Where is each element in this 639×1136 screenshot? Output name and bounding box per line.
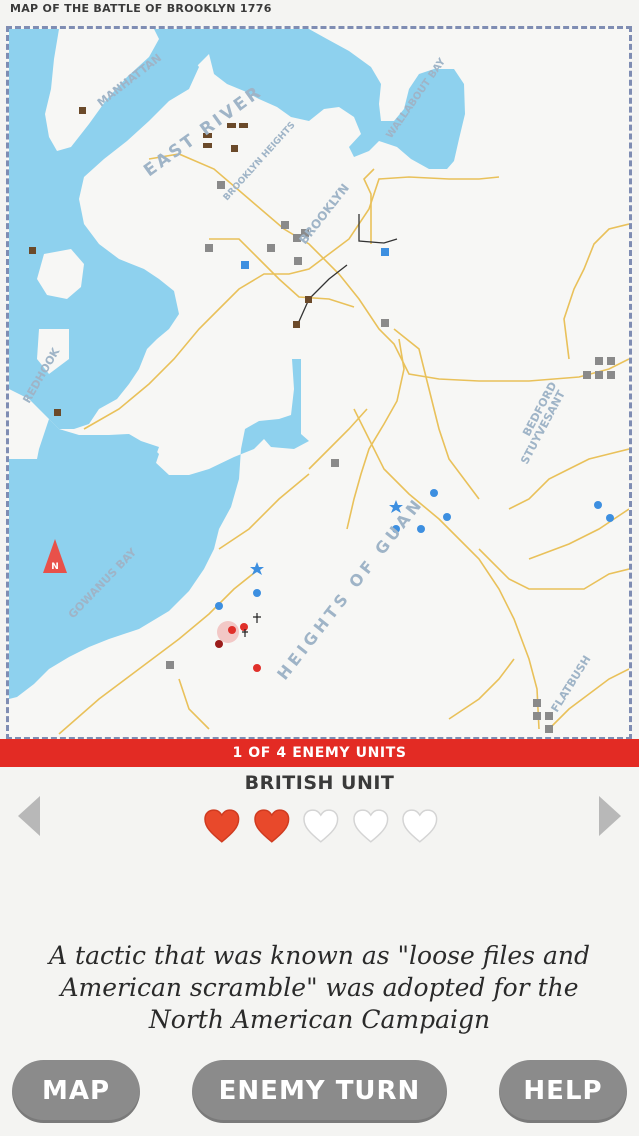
british-unit-marker [240, 623, 248, 631]
map-button[interactable]: MAP [12, 1060, 140, 1123]
heart-full-icon [204, 809, 240, 843]
wagon-icon [203, 143, 212, 148]
house-icon [595, 371, 603, 379]
house-icon [381, 319, 389, 327]
house-icon [583, 371, 591, 379]
battle-map[interactable]: N MANHATTAN EAST RIVER BROOKLYN HEIGHTS … [6, 26, 632, 740]
selected-unit-highlight [217, 621, 239, 643]
heart-empty-icon [303, 809, 339, 843]
american-unit-marker [430, 489, 438, 497]
house-icon [607, 357, 615, 365]
help-button[interactable]: HELP [499, 1060, 627, 1123]
wagon-icon [54, 409, 61, 416]
wagon-icon [79, 107, 86, 114]
british-units[interactable] [215, 613, 261, 672]
wagon-icon [305, 296, 312, 303]
map-canvas[interactable]: N MANHATTAN EAST RIVER BROOKLYN HEIGHTS … [9, 29, 629, 737]
heart-full-icon [253, 809, 289, 843]
heart-empty-icon [353, 809, 389, 843]
house-icon [166, 661, 174, 669]
map-title: MAP OF THE BATTLE OF BROOKLYN 1776 [10, 2, 272, 15]
house-icon [294, 257, 302, 265]
house-icon [205, 244, 213, 252]
house-icon [607, 371, 615, 379]
star-icon [250, 562, 264, 575]
british-unit-marker [228, 626, 236, 634]
label-brooklyn: BROOKLYN [296, 181, 352, 247]
british-unit-marker [215, 640, 223, 648]
heart-empty-icon [402, 809, 438, 843]
american-unit-marker [443, 513, 451, 521]
cross-icon [253, 613, 261, 623]
label-brooklyn-heights: BROOKLYN HEIGHTS [222, 120, 298, 203]
unit-name: BRITISH UNIT [244, 772, 395, 794]
chevron-left-icon[interactable] [16, 794, 42, 838]
house-icon [545, 725, 553, 733]
buildings [166, 181, 615, 733]
wagon-icon [29, 247, 36, 254]
american-unit-marker [253, 589, 261, 597]
label-heights-of-guan: HEIGHTS OF GUAN [273, 493, 427, 683]
american-unit-marker [241, 261, 249, 269]
enemy-turn-button[interactable]: ENEMY TURN [192, 1060, 447, 1123]
wagon-icon [239, 123, 248, 128]
top-bar: MAP OF THE BATTLE OF BROOKLYN 1776 [0, 0, 639, 26]
house-icon [217, 181, 225, 189]
american-unit-marker [594, 501, 602, 509]
american-unit-marker [215, 602, 223, 610]
wagon-icon [293, 321, 300, 328]
house-icon [533, 699, 541, 707]
house-icon [267, 244, 275, 252]
american-unit-marker [381, 248, 389, 256]
tactic-quote: A tactic that was known as "loose files … [49, 941, 590, 1034]
enemy-units-banner: 1 OF 4 ENEMY UNITS [0, 739, 639, 767]
house-icon [331, 459, 339, 467]
chevron-right-icon[interactable] [597, 794, 623, 838]
american-unit-marker [606, 514, 614, 522]
american-unit-marker [417, 525, 425, 533]
health-hearts [203, 808, 439, 848]
house-icon [533, 712, 541, 720]
label-flatbush: FLATBUSH [549, 653, 594, 714]
house-icon [595, 357, 603, 365]
wagon-icon [231, 145, 238, 152]
compass-label: N [51, 562, 59, 572]
house-icon [281, 221, 289, 229]
british-unit-marker [253, 664, 261, 672]
house-icon [545, 712, 553, 720]
